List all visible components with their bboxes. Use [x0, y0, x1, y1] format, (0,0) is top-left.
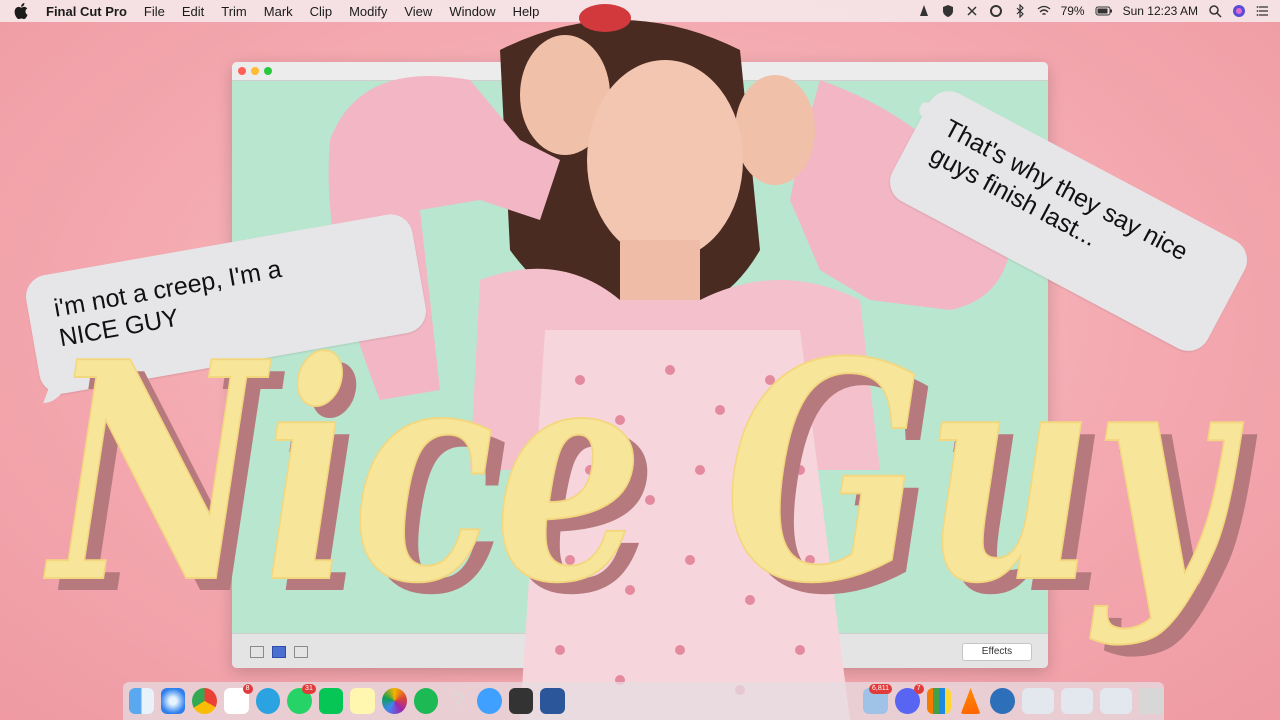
- window-thumb-1[interactable]: [1021, 688, 1054, 714]
- preview-icon[interactable]: 6,811: [863, 684, 892, 714]
- word-icon[interactable]: [540, 688, 565, 714]
- help-icon[interactable]: ?: [445, 688, 470, 714]
- dock: 8 31 ? 6,811 7: [123, 682, 1164, 720]
- line-icon[interactable]: [318, 688, 344, 714]
- zoom-button[interactable]: [264, 67, 272, 75]
- trash-icon[interactable]: [1139, 688, 1164, 714]
- vlc-icon[interactable]: [960, 688, 981, 714]
- menu-mark[interactable]: Mark: [264, 4, 293, 19]
- keynote-icon[interactable]: [926, 688, 952, 714]
- title-text: Nice Guy: [43, 296, 1244, 649]
- whatsapp-icon[interactable]: 31: [287, 684, 316, 714]
- menu-trim[interactable]: Trim: [221, 4, 247, 19]
- window-thumb-2[interactable]: [1060, 688, 1094, 714]
- menu-app-name[interactable]: Final Cut Pro: [46, 4, 127, 19]
- whatsapp-badge: 31: [302, 684, 316, 694]
- messages-icon[interactable]: [477, 688, 502, 714]
- title-graphic: Nice Guy Nice Guy: [42, 295, 1258, 661]
- apple-icon[interactable]: [14, 3, 28, 19]
- photos-icon[interactable]: [382, 688, 407, 714]
- chrome-icon[interactable]: [192, 688, 217, 714]
- spotify-icon[interactable]: [413, 688, 439, 714]
- quicktime-icon[interactable]: [989, 688, 1015, 714]
- close-button[interactable]: [238, 67, 246, 75]
- notes-icon[interactable]: [350, 688, 376, 714]
- finder-icon[interactable]: [129, 688, 154, 714]
- clock[interactable]: Sun 12:23 AM: [1123, 4, 1198, 18]
- safari-icon[interactable]: [160, 688, 186, 714]
- discord-badge: 7: [913, 684, 924, 694]
- window-thumb-3[interactable]: [1100, 688, 1133, 714]
- preview-badge: 6,811: [868, 684, 892, 694]
- battery-percent[interactable]: 79%: [1061, 4, 1085, 18]
- imovie-icon[interactable]: [508, 688, 534, 714]
- notification-center-icon[interactable]: [1256, 4, 1270, 18]
- telegram-icon[interactable]: [255, 688, 281, 714]
- battery-icon[interactable]: [1095, 4, 1113, 18]
- minimize-button[interactable]: [251, 67, 259, 75]
- menu-edit[interactable]: Edit: [182, 4, 204, 19]
- search-icon[interactable]: [1208, 4, 1222, 18]
- reminders-icon[interactable]: 8: [223, 684, 253, 714]
- siri-icon[interactable]: [1232, 4, 1246, 18]
- discord-icon[interactable]: 7: [894, 684, 924, 714]
- reminders-badge: 8: [242, 684, 253, 694]
- menu-file[interactable]: File: [144, 4, 165, 19]
